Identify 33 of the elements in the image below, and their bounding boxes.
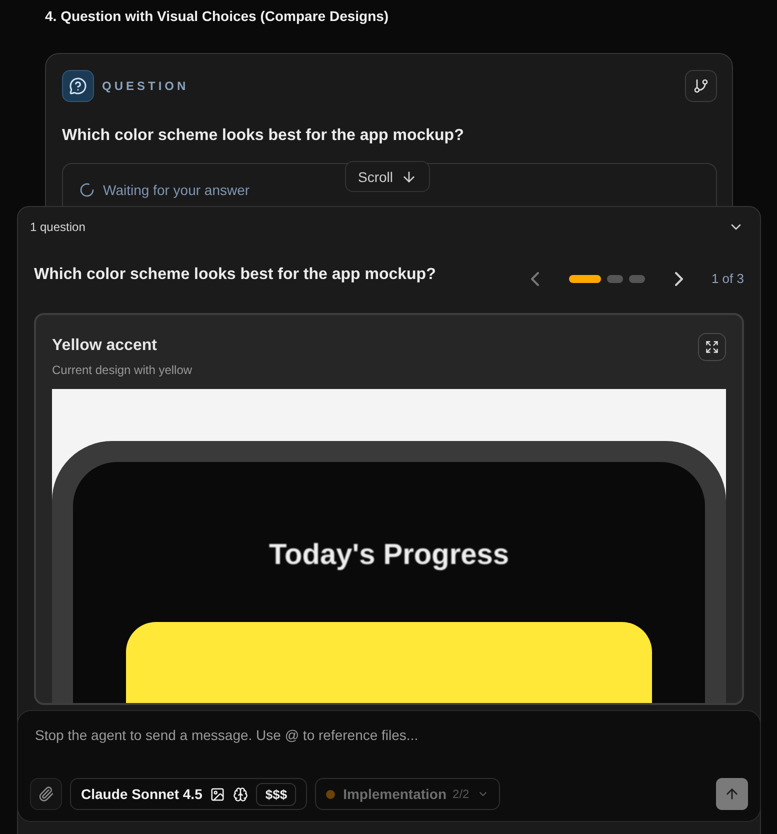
message-input[interactable]: Stop the agent to send a message. Use @ to reference files... [30, 727, 748, 743]
option-title: Yellow accent [52, 337, 158, 355]
page-indicator: 1 of 3 [711, 271, 744, 286]
branch-icon [693, 78, 709, 94]
spinner-icon [79, 182, 95, 198]
price-tag: $$$ [256, 782, 296, 806]
mode-count: 2/2 [452, 787, 470, 801]
chevron-left-icon [531, 272, 540, 286]
expand-icon [705, 340, 719, 354]
status-text: Waiting for your answer [103, 182, 250, 198]
chevron-right-icon [675, 272, 684, 286]
attach-button[interactable] [30, 778, 62, 810]
question-title: Which color scheme looks best for the app mockup? [34, 266, 436, 284]
mockup-title: Today's Progress [268, 539, 510, 572]
paperclip-icon [38, 786, 54, 802]
option-description: Current design with yellow [52, 363, 192, 377]
mode-selector[interactable]: Implementation 2/2 [315, 778, 500, 810]
image-icon [210, 786, 226, 802]
scroll-button[interactable]: Scroll [345, 161, 430, 192]
question-count: 1 question [30, 220, 86, 234]
mode-name: Implementation [343, 786, 447, 802]
previous-button[interactable] [531, 272, 540, 286]
question-icon [62, 70, 94, 102]
question-text: Which color scheme looks best for the app mockup? [62, 127, 465, 145]
next-button[interactable] [675, 272, 684, 286]
brain-icon [233, 786, 248, 802]
model-selector[interactable]: Claude Sonnet 4.5 $$$ [70, 778, 308, 810]
card-label: QUESTION [102, 79, 189, 93]
expand-button[interactable] [698, 333, 726, 361]
model-name: Claude Sonnet 4.5 [81, 786, 202, 802]
option-card[interactable]: Yellow accent Current design with yellow Today's Progress [34, 313, 744, 705]
section-heading: 4. Question with Visual Choices (Compare Designs) [45, 8, 390, 24]
branch-button[interactable] [685, 70, 717, 102]
